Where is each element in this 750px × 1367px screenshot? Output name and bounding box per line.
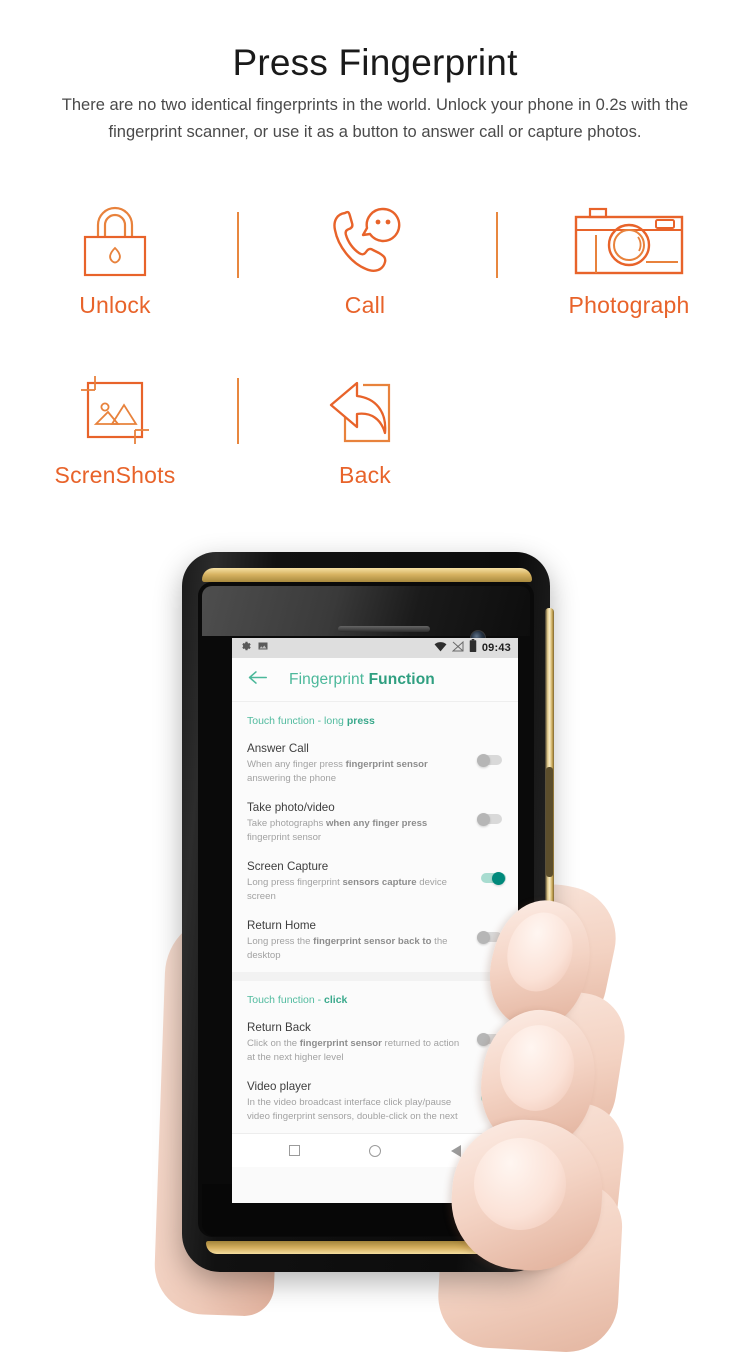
recents-square-icon[interactable] [288, 1145, 300, 1156]
setting-title: Screen Capture [247, 860, 329, 873]
setting-title: Answer Call [247, 742, 309, 755]
earpiece-speaker [338, 626, 430, 632]
setting-description: Take photographs when any finger press f… [247, 817, 469, 844]
section-separator [232, 972, 518, 981]
volume-button[interactable] [546, 767, 553, 877]
feature-divider [237, 212, 239, 278]
phone-screen: 09:43 Fingerprint Function Touch functio… [232, 638, 518, 1203]
screenshot-frame-icon [30, 366, 200, 456]
setting-toggle[interactable] [477, 1033, 506, 1046]
setting-description: Long press the fingerprint sensor back t… [247, 935, 469, 962]
feature-row-1: Unlock Call Photograph [0, 196, 750, 366]
page-title: Press Fingerprint [232, 42, 518, 83]
image-icon [257, 639, 269, 657]
app-bar-title-bold: Function [368, 670, 435, 688]
desc-part: Long press fingerprint [247, 877, 343, 888]
setting-toggle[interactable] [477, 1092, 506, 1105]
battery-icon [469, 639, 477, 657]
wifi-icon [434, 639, 447, 657]
app-bar: Fingerprint Function [232, 658, 518, 702]
desc-part: fingerprint sensor [345, 759, 428, 770]
unlock-padlock-icon [30, 196, 200, 286]
setting-description: Long press fingerprint sensors capture d… [247, 876, 469, 903]
arrow-left-icon[interactable] [248, 670, 267, 690]
feature-label: Photograph [568, 292, 690, 318]
desc-part: Long press the [247, 936, 314, 947]
setting-row-answer-call[interactable]: Answer Call When any finger press finger… [232, 736, 518, 795]
feature-grid: Unlock Call Photograph ScrenShots Back [0, 196, 750, 536]
feature-label: Back [339, 462, 391, 488]
setting-toggle[interactable] [477, 813, 506, 826]
desc-part: Click on the [247, 1038, 300, 1049]
feature-row-2: ScrenShots Back [0, 366, 750, 536]
setting-row-return-home[interactable]: Return Home Long press the fingerprint s… [232, 913, 518, 972]
camera-photograph-icon [543, 196, 715, 286]
desc-part: sensors capture [342, 877, 417, 888]
status-bar: 09:43 [232, 638, 518, 658]
feature-call[interactable]: Call [280, 196, 450, 319]
desc-part: fingerprint sensor [299, 1038, 382, 1049]
feature-photograph[interactable]: Photograph [543, 196, 715, 319]
gold-side-rail [545, 608, 554, 1208]
android-nav-bar [232, 1133, 518, 1167]
setting-toggle[interactable] [477, 872, 506, 885]
setting-title: Take photo/video [247, 801, 335, 814]
section-header-bold: click [324, 994, 348, 1006]
section-header-long-press: Touch function - long press [232, 702, 518, 736]
section-header-light: Touch function - long [247, 715, 347, 727]
desc-part: when any finger press [325, 818, 428, 829]
feature-label: Call [344, 292, 386, 318]
product-photo: 09:43 Fingerprint Function Touch functio… [0, 520, 750, 1367]
feature-screenshots[interactable]: ScrenShots [30, 366, 200, 489]
desc-part: fingerprint sensor back to [313, 936, 432, 947]
gold-trim-bottom [206, 1241, 528, 1254]
setting-row-take-photo-video[interactable]: Take photo/video Take photographs when a… [232, 795, 518, 854]
settings-list[interactable]: Touch function - long press Answer Call … [232, 702, 518, 1133]
setting-title: Return Home [247, 919, 316, 932]
power-button[interactable] [546, 912, 553, 1000]
status-bar-clock: 09:43 [481, 642, 511, 654]
marketing-page: Press Fingerprint There are no two ident… [0, 0, 750, 1367]
list-group-long-press: Answer Call When any finger press finger… [232, 736, 518, 972]
list-group-click: Return Back Click on the fingerprint sen… [232, 1015, 518, 1133]
app-bar-title-light: Fingerprint [289, 670, 365, 688]
page-subtitle: There are no two identical fingerprints … [61, 96, 689, 141]
home-circle-icon[interactable] [369, 1144, 382, 1157]
gear-icon [239, 639, 251, 657]
section-header-click: Touch function - click [232, 981, 518, 1015]
phone-call-icon [280, 196, 450, 286]
section-header-bold: press [346, 715, 375, 727]
smartphone: 09:43 Fingerprint Function Touch functio… [182, 552, 554, 1272]
setting-toggle[interactable] [477, 754, 506, 767]
setting-description: In the video broadcast interface click p… [247, 1097, 458, 1122]
app-bar-title: Fingerprint Function [289, 671, 435, 689]
desc-part: When any finger press [247, 759, 346, 770]
signal-off-icon [451, 639, 464, 657]
back-arrow-icon [280, 366, 450, 456]
feature-label: ScrenShots [54, 462, 176, 488]
setting-description: Click on the fingerprint sensor returned… [247, 1037, 469, 1064]
phone-top-bezel [202, 586, 530, 646]
setting-description: When any finger press fingerprint sensor… [247, 758, 469, 785]
feature-unlock[interactable]: Unlock [30, 196, 200, 319]
desc-part: Take photographs [247, 818, 326, 829]
feature-back[interactable]: Back [280, 366, 450, 489]
setting-title: Video player [247, 1080, 312, 1093]
feature-label: Unlock [79, 292, 151, 318]
gold-trim-top [202, 568, 532, 582]
setting-title: Return Back [247, 1021, 311, 1034]
feature-divider [496, 212, 498, 278]
desc-part: fingerprint sensor [247, 831, 322, 843]
feature-divider [237, 378, 239, 444]
section-header-light: Touch function - [247, 994, 325, 1006]
back-triangle-icon[interactable] [451, 1144, 462, 1157]
setting-row-screen-capture[interactable]: Screen Capture Long press fingerprint se… [232, 854, 518, 913]
setting-row-return-back[interactable]: Return Back Click on the fingerprint sen… [232, 1015, 518, 1074]
setting-toggle[interactable] [477, 931, 506, 944]
desc-part: answering the phone [247, 772, 337, 784]
setting-row-video-player[interactable]: Video player In the video broadcast inte… [232, 1074, 518, 1133]
